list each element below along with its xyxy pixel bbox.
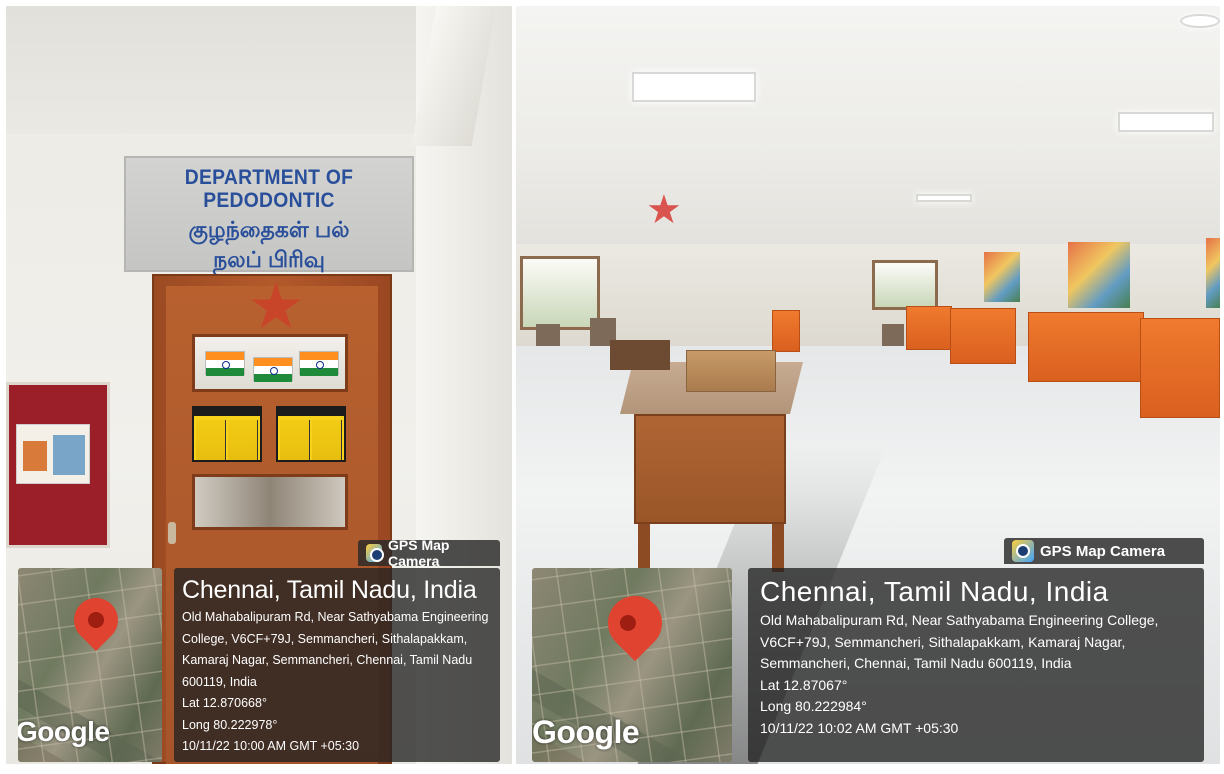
ceiling-light (1180, 14, 1220, 28)
wall-mural (1068, 242, 1130, 308)
gps-camera-badge: GPS Map Camera (358, 537, 500, 569)
wooden-table (634, 414, 786, 524)
latitude: Lat 12.87067° (760, 676, 848, 693)
wall-mural (984, 252, 1020, 302)
notice-poster (16, 424, 90, 484)
dental-workstation (1028, 312, 1144, 382)
ceiling-light (916, 194, 972, 202)
flag-icon (205, 351, 245, 376)
paper-star-lantern-icon: ★ (646, 188, 682, 232)
location-address: Old Mahabalipuram Rd, Near Sathyabama En… (182, 610, 489, 689)
table-leg (772, 524, 784, 572)
map-thumbnail: Google (532, 568, 732, 762)
cardboard-box (686, 350, 776, 392)
door-handle (168, 522, 176, 544)
caution-sign (276, 406, 346, 462)
gps-camera-label: GPS Map Camera (388, 537, 450, 569)
table (610, 340, 670, 370)
timestamp: 10/11/22 10:02 AM GMT +05:30 (760, 719, 959, 736)
dental-workstation (906, 306, 952, 350)
sign-line-tamil-1: குழந்தைகள் பல் (188, 217, 350, 243)
google-logo: Google (532, 714, 640, 750)
window (520, 256, 600, 330)
ceiling (516, 6, 1220, 256)
dental-workstation (1140, 318, 1220, 418)
caution-signs (192, 406, 348, 464)
map-thumbnail: Google (18, 568, 162, 762)
wall-mural (1206, 238, 1220, 308)
longitude: Long 80.222984° (760, 698, 867, 714)
sign-line-tamil-2: நலப் பிரிவு (213, 247, 325, 273)
location-info-panel: Chennai, Tamil Nadu, India Old Mahabalip… (174, 568, 500, 762)
door-glass-top (192, 334, 348, 392)
location-city: Chennai, Tamil Nadu, India (182, 576, 477, 604)
ceiling-light (632, 72, 756, 102)
ceiling-light (1118, 112, 1214, 132)
flag-icon (253, 357, 293, 382)
gps-camera-badge: GPS Map Camera (1004, 538, 1204, 564)
sign-line-english: DEPARTMENT OF PEDODONTIC (184, 166, 354, 213)
flag-icon (299, 351, 339, 376)
longitude: Long 80.222978° (182, 717, 278, 732)
caution-sign (192, 406, 262, 462)
table-leg (638, 524, 650, 572)
gps-camera-icon (366, 544, 385, 562)
department-signboard: DEPARTMENT OF PEDODONTIC குழந்தைகள் பல் … (124, 156, 414, 272)
door-glass-bottom (192, 474, 348, 530)
location-address: Old Mahabalipuram Rd, Near Sathyabama En… (760, 612, 1159, 671)
latitude: Lat 12.870668° (182, 696, 267, 710)
dental-workstation (772, 310, 800, 352)
dental-workstation (950, 308, 1016, 364)
location-city: Chennai, Tamil Nadu, India (760, 576, 1109, 607)
google-logo: Google (18, 716, 110, 747)
gps-camera-label: GPS Map Camera (1040, 542, 1166, 560)
window (872, 260, 938, 310)
location-info-panel: Chennai, Tamil Nadu, India Old Mahabalip… (748, 568, 1204, 762)
timestamp: 10/11/22 10:00 AM GMT +05:30 (182, 739, 360, 753)
gps-camera-icon (1012, 540, 1034, 562)
paper-star-lantern-icon: ★ (247, 270, 305, 342)
